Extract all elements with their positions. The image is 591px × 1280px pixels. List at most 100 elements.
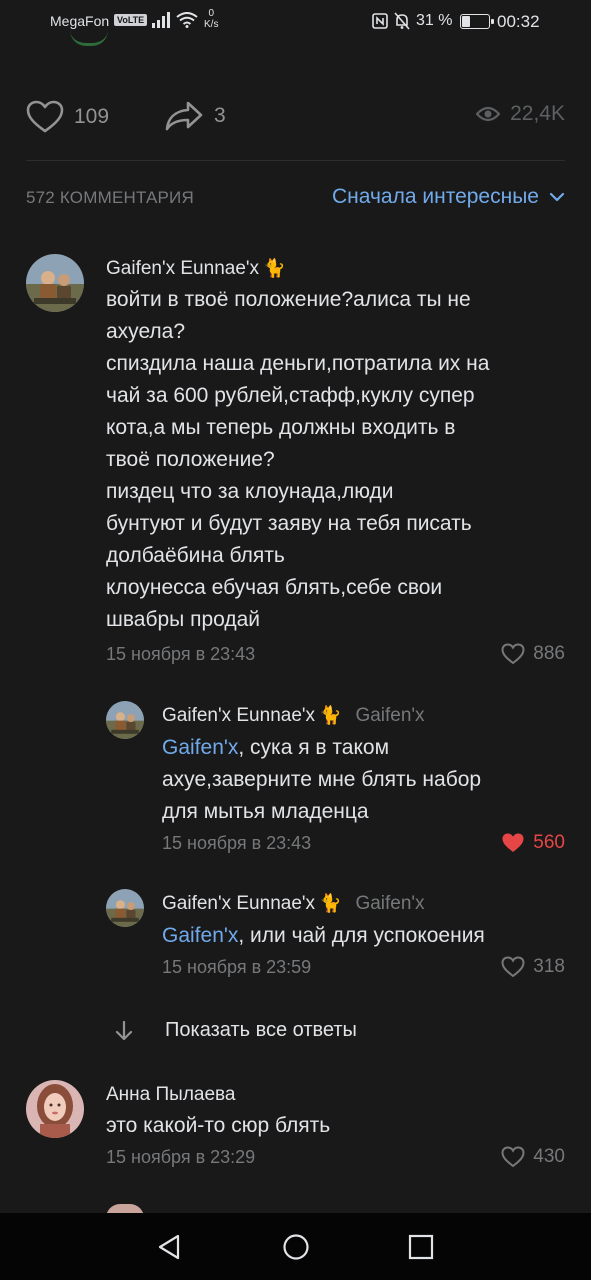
reply-date: 15 ноября в 23:59	[162, 957, 312, 977]
comment-author[interactable]: Анна Пылаева	[106, 1084, 235, 1106]
post-actions: 109 3 22,4K	[0, 95, 591, 139]
heart-icon	[501, 956, 525, 978]
comment-item: Анна Пылаева это какой-то сюр блять 15 н…	[0, 1076, 591, 1176]
clock: 00:32	[497, 12, 540, 31]
avatar-image	[26, 254, 84, 312]
cat-emoji-icon: 🐈	[263, 258, 286, 278]
reply-line: для мытья младенца	[162, 800, 369, 823]
comment-line: спиздила наша деньги,потратила их на	[106, 352, 490, 375]
comment-line: пиздец что за клоунада,люди	[106, 480, 394, 503]
network-speed: 0 K/s	[204, 8, 218, 30]
cat-emoji-icon: 🐈	[319, 705, 342, 725]
battery-fill	[462, 16, 470, 27]
author-name: Gaifen'x Eunnae'x	[162, 893, 316, 914]
heart-filled-icon	[502, 833, 524, 852]
comment-line: клоунесса ебучая блять,себе свои	[106, 576, 443, 599]
reply-line-text: , сука я в таком	[238, 736, 390, 759]
like-post-button[interactable]: 109	[26, 100, 109, 134]
reply-to-name: Gaifen'x	[355, 705, 425, 726]
comment-line: швабры продай	[106, 608, 261, 631]
mute-bell-icon	[394, 12, 410, 30]
comment-line: ахуела?	[106, 320, 186, 343]
comment-line: кота,а мы теперь должны входить в	[106, 416, 456, 439]
recent-apps-icon[interactable]	[408, 1233, 434, 1261]
comment-line: долбаёбина блять	[106, 544, 285, 567]
comment-line: войти в твоё положение?алиса ты не	[106, 288, 471, 311]
share-post-button[interactable]: 3	[164, 100, 226, 132]
battery-icon	[460, 14, 494, 29]
reply-line: ахуе,заверните мне блять набор	[162, 768, 482, 791]
reply-likes-count: 560	[533, 832, 565, 853]
speed-value: 0	[208, 8, 214, 19]
author-name: Анна Пылаева	[106, 1084, 236, 1105]
heart-icon	[501, 643, 525, 665]
reply-item: Gaifen'x Eunnae'x 🐈 Gaifen'x Gaifen'x, или…	[0, 888, 591, 988]
comment-likes-count: 886	[533, 643, 565, 664]
share-icon	[165, 101, 203, 131]
comment-text: это какой-то сюр блять	[106, 1110, 330, 1142]
comment-text: войти в твоё положение?алиса ты не ахуел…	[106, 284, 489, 636]
reply-author[interactable]: Gaifen'x Eunnae'x 🐈 Gaifen'x	[162, 893, 425, 915]
sort-label: Сначала интересные	[332, 185, 539, 208]
cat-emoji-icon: 🐈	[319, 893, 342, 913]
comment-line: бунтуют и будут заяву на тебя писать	[106, 512, 472, 535]
battery-percent: 31 %	[416, 12, 453, 29]
comment-item: Gaifen'x Eunnae'x 🐈 войти в твоё положени…	[0, 250, 591, 670]
system-nav-bar	[0, 1213, 591, 1280]
signal-icon	[152, 12, 170, 28]
avatar[interactable]	[106, 889, 144, 927]
comment-date: 15 ноября в 23:43	[106, 644, 256, 664]
sort-dropdown[interactable]: Сначала интересные	[332, 185, 565, 209]
author-name: Gaifen'x Eunnae'x	[162, 705, 316, 726]
mention-link[interactable]: Gaifen'x	[162, 924, 238, 947]
nfc-icon	[372, 13, 388, 29]
reply-text: Gaifen'x, сука я в таком ахуе,заверните …	[162, 732, 481, 828]
avatar-image	[106, 701, 144, 739]
comment-line: чай за 600 рублей,стафф,куклу супер	[106, 384, 475, 407]
show-all-replies-button[interactable]: Показать все ответы	[0, 1016, 591, 1046]
avatar-image	[106, 889, 144, 927]
reply-item: Gaifen'x Eunnae'x 🐈 Gaifen'x Gaifen'x, сук…	[0, 700, 591, 860]
reply-line: Gaifen'x, или чай для успокоения	[162, 920, 485, 952]
comment-line: твоё положение?	[106, 448, 275, 471]
mention-link[interactable]: Gaifen'x	[162, 736, 238, 759]
avatar-image	[26, 1080, 84, 1138]
comment-author[interactable]: Gaifen'x Eunnae'x 🐈	[106, 258, 285, 280]
avatar[interactable]	[106, 701, 144, 739]
comment-date: 15 ноября в 23:29	[106, 1147, 256, 1167]
chevron-down-icon	[549, 192, 565, 202]
reply-to-name: Gaifen'x	[355, 893, 425, 914]
back-icon[interactable]	[156, 1233, 182, 1261]
heart-icon	[501, 1146, 525, 1168]
post-shares-count: 3	[214, 104, 226, 127]
arrow-down-icon	[115, 1020, 133, 1041]
reply-date: 15 ноября в 23:43	[162, 833, 312, 853]
eye-icon	[476, 106, 501, 122]
avatar[interactable]	[26, 254, 84, 312]
reply-line: Gaifen'x, сука я в таком	[162, 732, 481, 764]
wifi-icon	[176, 12, 198, 28]
avatar[interactable]	[26, 1080, 84, 1138]
home-icon[interactable]	[282, 1233, 310, 1261]
post-likes-count: 109	[74, 105, 110, 128]
author-name: Gaifen'x Eunnae'x	[106, 258, 260, 279]
comments-count: 572 КОММЕНТАРИЯ	[26, 188, 194, 207]
reply-likes-count: 318	[533, 956, 565, 977]
comments-header: 572 КОММЕНТАРИЯ Сначала интересные	[26, 185, 565, 211]
comment-like-button[interactable]: 430	[501, 1146, 565, 1168]
comment-line: это какой-то сюр блять	[106, 1114, 331, 1137]
volte-badge: VoLTE	[114, 14, 148, 26]
carrier-name: MegaFon	[50, 13, 110, 29]
reply-like-button[interactable]: 560	[501, 832, 565, 854]
reply-line-text: , или чай для успокоения	[238, 924, 485, 947]
divider	[26, 160, 565, 161]
reply-text: Gaifen'x, или чай для успокоения	[162, 920, 485, 952]
post-views: 22,4K	[476, 102, 565, 126]
post-views-count: 22,4K	[510, 102, 565, 125]
show-all-replies-label: Показать все ответы	[165, 1019, 357, 1041]
comment-like-button[interactable]: 886	[501, 643, 565, 665]
reply-like-button[interactable]: 318	[501, 956, 565, 978]
comment-likes-count: 430	[533, 1146, 565, 1167]
reply-author[interactable]: Gaifen'x Eunnae'x 🐈 Gaifen'x	[162, 705, 425, 727]
speed-unit: K/s	[204, 19, 219, 30]
